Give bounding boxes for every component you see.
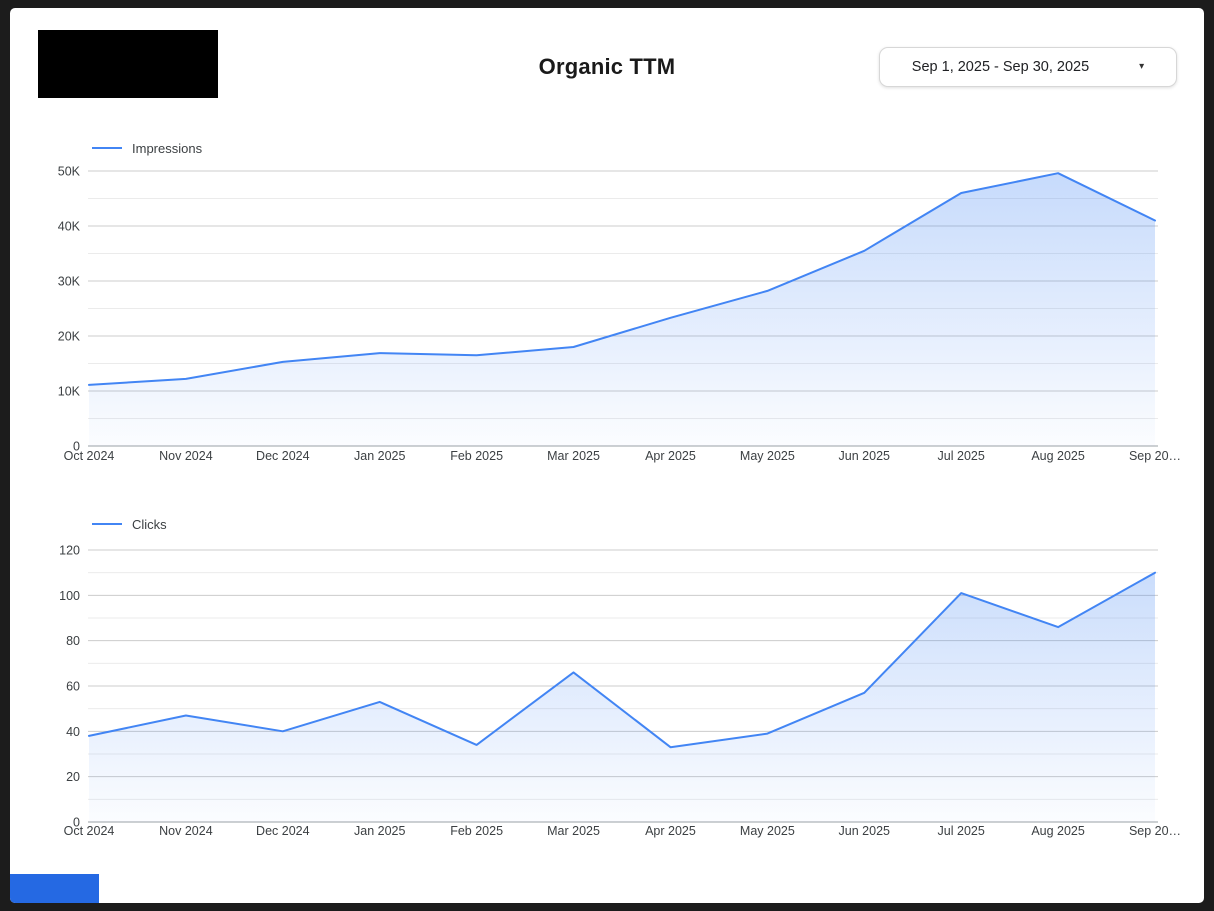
svg-text:Jun 2025: Jun 2025 — [839, 824, 890, 838]
svg-text:Aug 2025: Aug 2025 — [1031, 824, 1085, 838]
clicks-chart: 020406080100120Oct 2024 Nov 2024 Dec 2024 J… — [59, 544, 1181, 839]
svg-text:20: 20 — [66, 770, 80, 784]
svg-text:Feb 2025: Feb 2025 — [450, 824, 503, 838]
clicks-chart-block: 0 20 40 60 80 100 120 Oct 2024 Nov 2024 Dec 2024 J… — [10, 508, 1204, 858]
svg-text:20K: 20K — [58, 330, 81, 344]
impressions-chart: 010K20K30K40K50KOct 2024 Nov 2024 Dec 2024… — [58, 165, 1181, 464]
svg-text:May 2025: May 2025 — [740, 449, 795, 463]
date-range-label: Sep 1, 2025 - Sep 30, 2025 — [911, 59, 1090, 75]
svg-text:Jan 2025: Jan 2025 — [354, 449, 405, 463]
svg-text:Oct 2024: Oct 2024 — [64, 824, 115, 838]
svg-text:Mar 2025: Mar 2025 — [547, 449, 600, 463]
legend-label: Impressions — [132, 140, 203, 156]
svg-text:Apr 2025: Apr 2025 — [645, 449, 696, 463]
svg-text:80: 80 — [66, 634, 80, 648]
svg-text:Nov 2024: Nov 2024 — [159, 449, 213, 463]
svg-text:May 2025: May 2025 — [740, 824, 795, 838]
svg-text:40K: 40K — [58, 220, 81, 234]
svg-text:50K: 50K — [58, 165, 81, 179]
svg-text:Sep 20…: Sep 20… — [1129, 449, 1181, 463]
svg-text:Dec 2024: Dec 2024 — [256, 449, 310, 463]
svg-text:Sep 20…: Sep 20… — [1129, 824, 1181, 838]
svg-text:Jan 2025: Jan 2025 — [354, 824, 405, 838]
legend-line-swatch — [92, 523, 122, 525]
impressions-chart-block: 0 10K 20K 30K 40K 50K Oct 2024 Nov 2024 Dec 2024… — [10, 133, 1204, 483]
svg-text:Aug 2025: Aug 2025 — [1031, 449, 1085, 463]
report-page: Organic TTM Sep 1, 2025 - Sep 30, 2025 ▾… — [10, 8, 1204, 903]
legend-label: Clicks — [132, 516, 167, 532]
svg-text:60: 60 — [66, 680, 80, 694]
screenshot-root: { "page": { "background": "#ffffff", "fr… — [0, 0, 1214, 911]
svg-text:Oct 2024: Oct 2024 — [64, 449, 115, 463]
svg-text:Jul 2025: Jul 2025 — [938, 824, 985, 838]
svg-text:Dec 2024: Dec 2024 — [256, 824, 310, 838]
svg-text:Mar 2025: Mar 2025 — [547, 824, 600, 838]
legend-line-swatch — [92, 147, 122, 149]
svg-text:10K: 10K — [58, 385, 81, 399]
svg-text:Nov 2024: Nov 2024 — [159, 824, 213, 838]
svg-text:Jul 2025: Jul 2025 — [938, 449, 985, 463]
legend-impressions: Impressions — [92, 140, 202, 156]
svg-text:30K: 30K — [58, 275, 81, 289]
svg-text:100: 100 — [59, 589, 80, 603]
caret-down-icon: ▾ — [1139, 61, 1145, 72]
date-range-selector[interactable]: Sep 1, 2025 - Sep 30, 2025 ▾ — [879, 47, 1177, 87]
svg-text:Apr 2025: Apr 2025 — [645, 824, 696, 838]
partially-visible-blue-element[interactable] — [10, 874, 99, 903]
svg-text:Jun 2025: Jun 2025 — [839, 449, 890, 463]
svg-text:120: 120 — [59, 544, 80, 558]
legend-clicks: Clicks — [92, 516, 167, 532]
svg-text:Feb 2025: Feb 2025 — [450, 449, 503, 463]
svg-text:40: 40 — [66, 725, 80, 739]
